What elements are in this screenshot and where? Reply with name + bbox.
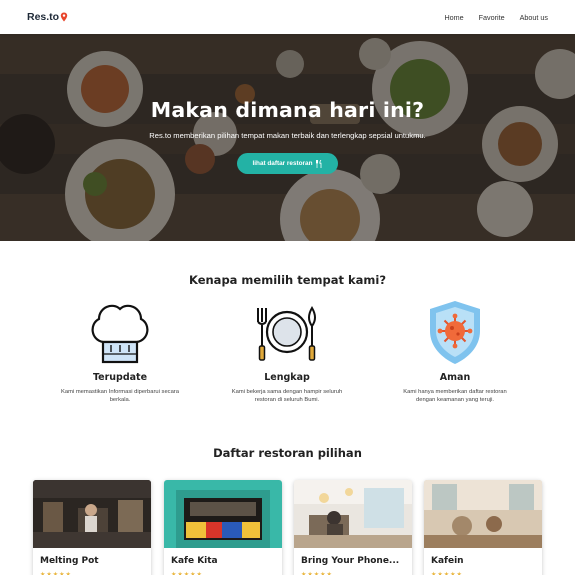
restaurant-card-kafein[interactable]: Kafein ★★★★★ xyxy=(424,480,542,575)
feature-title: Terupdate xyxy=(92,372,148,383)
restaurant-list-title: Daftar restoran pilihan xyxy=(213,446,362,460)
utensils-icon xyxy=(315,159,321,168)
chef-hat-icon xyxy=(91,304,149,364)
rating-stars: ★★★★★ xyxy=(171,572,203,575)
restaurant-photo xyxy=(424,480,542,548)
hero-subtitle: Res.to memberikan pilihan tempat makan t… xyxy=(149,131,426,140)
why-section-title: Kenapa memilih tempat kami? xyxy=(188,273,386,287)
feature-description: Kami hanya memberikan daftar restoran de… xyxy=(403,389,507,404)
restaurant-photo xyxy=(33,480,151,548)
restaurant-name: Kafein xyxy=(431,556,464,566)
rating-stars: ★★★★★ xyxy=(431,572,463,575)
top-navbar: Res.to Home Favorite About us xyxy=(0,0,575,34)
nav-link-home[interactable]: Home xyxy=(444,13,463,22)
nav-link-favorite[interactable]: Favorite xyxy=(479,13,505,22)
nav-link-about[interactable]: About us xyxy=(520,13,548,22)
feature-description: Kami bekerja sama dengan hampir seluruh … xyxy=(231,389,343,404)
feature-lengkap: Lengkap Kami bekerja sama dengan hampir … xyxy=(212,298,362,405)
restaurant-name: Bring Your Phone... xyxy=(301,556,400,566)
hero-title: Makan dimana hari ini? xyxy=(150,98,425,122)
restaurant-photo xyxy=(164,480,282,548)
feature-terupdate: Terupdate Kami memastikan Informasi dipe… xyxy=(45,298,195,405)
restaurant-card-bring-your-phone[interactable]: Bring Your Phone... ★★★★★ xyxy=(294,480,412,575)
rating-stars: ★★★★★ xyxy=(40,572,72,575)
feature-title: Aman xyxy=(439,372,471,383)
restaurant-photo xyxy=(294,480,412,548)
feature-description: Kami memastikan Informasi diperbarui sec… xyxy=(61,389,179,404)
view-restaurants-button[interactable]: lihat daftar restoran xyxy=(237,153,338,174)
view-restaurants-label: lihat daftar restoran xyxy=(252,160,313,167)
restaurant-card-kafe-kita[interactable]: Kafe Kita ★★★★★ xyxy=(164,480,282,575)
virus-shield-icon xyxy=(430,301,480,364)
map-pin-icon xyxy=(60,12,68,22)
feature-title: Lengkap xyxy=(264,372,310,383)
restaurant-card-melting-pot[interactable]: Melting Pot ★★★★★ xyxy=(33,480,151,575)
restaurant-name: Melting Pot xyxy=(40,556,99,566)
rating-stars: ★★★★★ xyxy=(301,572,333,575)
brand-logo[interactable]: Res.to xyxy=(27,11,68,23)
feature-aman: Aman Kami hanya memberikan daftar restor… xyxy=(380,298,530,405)
plate-cutlery-icon xyxy=(257,306,316,361)
restaurant-name: Kafe Kita xyxy=(171,556,218,566)
hero-section: Makan dimana hari ini? Res.to memberikan… xyxy=(0,34,575,241)
brand-logo-text: Res.to xyxy=(27,11,60,23)
nav-links: Home Favorite About us xyxy=(444,13,548,22)
